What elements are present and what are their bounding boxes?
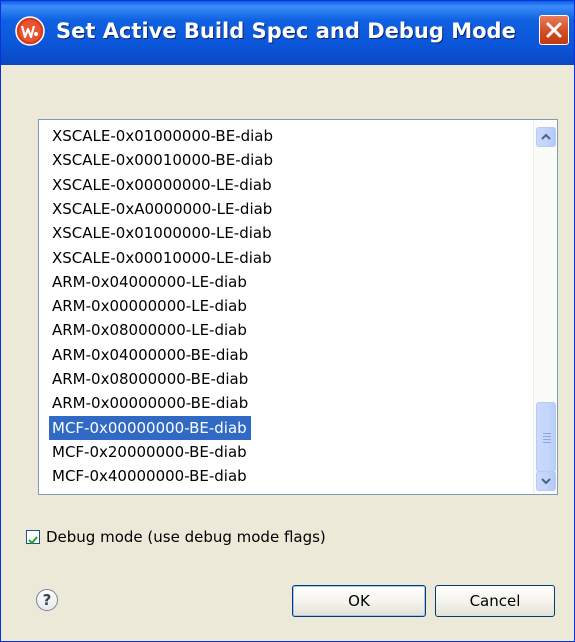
cancel-button[interactable]: Cancel (435, 585, 555, 617)
build-spec-item[interactable]: XSCALE-0x00010000-LE-diab (49, 246, 276, 270)
build-spec-list[interactable]: XSCALE-0x01000000-BE-diab XSCALE-0x000100… (38, 119, 558, 495)
vertical-scrollbar[interactable] (533, 120, 557, 494)
scroll-up-button[interactable] (536, 127, 556, 147)
build-spec-item[interactable]: XSCALE-0xA0000000-LE-diab (49, 197, 276, 221)
build-spec-item[interactable]: MCF-0x20000000-BE-diab (49, 440, 251, 464)
debug-mode-checkbox[interactable] (26, 530, 40, 545)
build-spec-list-items: XSCALE-0x01000000-BE-diab XSCALE-0x000100… (39, 120, 532, 494)
build-spec-item[interactable]: ARM-0x00000000-BE-diab (49, 391, 252, 415)
close-button[interactable] (539, 15, 569, 45)
build-spec-item[interactable]: MCF-0x40000000-BE-diab (49, 464, 251, 488)
build-spec-item[interactable]: XSCALE-0x01000000-LE-diab (49, 221, 276, 245)
build-spec-item[interactable]: XSCALE-0x01000000-BE-diab (49, 124, 277, 148)
build-spec-item[interactable]: XSCALE-0x00010000-BE-diab (49, 148, 277, 172)
help-icon[interactable]: ? (36, 589, 58, 611)
build-spec-item[interactable]: ARM-0x04000000-LE-diab (49, 270, 251, 294)
window-title: Set Active Build Spec and Debug Mode (56, 19, 516, 43)
title-bar[interactable]: Set Active Build Spec and Debug Mode (1, 1, 574, 65)
build-spec-item[interactable]: ARM-0x08000000-BE-diab (49, 367, 252, 391)
close-icon (546, 22, 562, 38)
build-spec-item[interactable]: ARM-0x04000000-BE-diab (49, 343, 252, 367)
scrollbar-thumb[interactable] (536, 402, 556, 472)
build-spec-item[interactable]: MCF-0x00000000-BE-diab (49, 415, 251, 440)
build-spec-item[interactable]: ARM-0x08000000-LE-diab (49, 318, 251, 342)
debug-mode-label: Debug mode (use debug mode flags) (46, 528, 326, 546)
ok-button[interactable]: OK (292, 585, 426, 617)
build-spec-item[interactable]: ARM-0x00000000-LE-diab (49, 294, 251, 318)
wind-river-w-icon (15, 16, 45, 46)
scroll-down-button[interactable] (536, 471, 556, 491)
checkmark-icon (28, 536, 38, 545)
dialog-window: Set Active Build Spec and Debug Mode XSC… (0, 0, 575, 642)
build-spec-item[interactable]: XSCALE-0x00000000-LE-diab (49, 173, 276, 197)
chevron-down-icon (541, 478, 551, 485)
chevron-up-icon (541, 133, 551, 140)
